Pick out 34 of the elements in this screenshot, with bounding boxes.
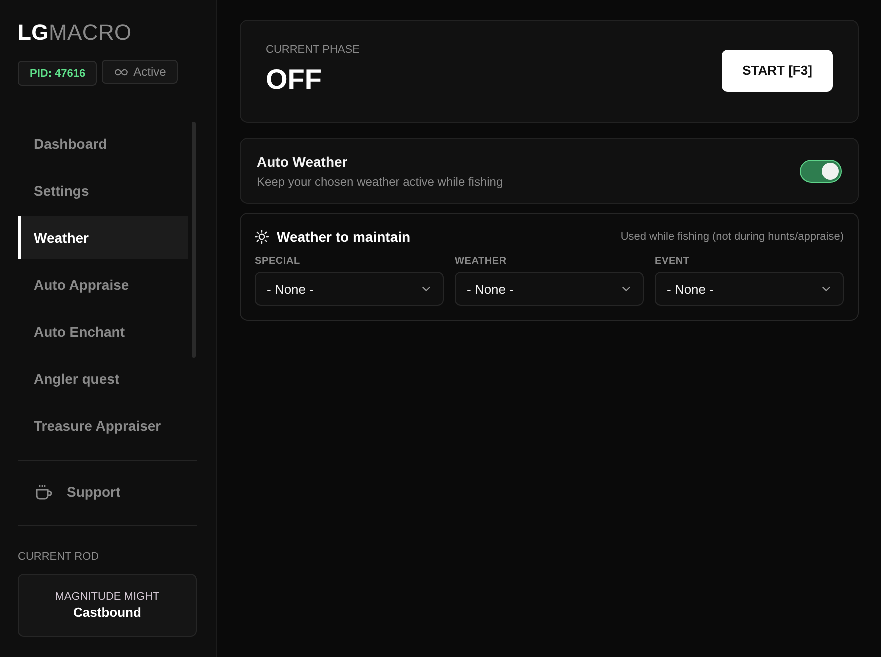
nav-item[interactable]: Weather — [18, 216, 188, 259]
nav-item[interactable]: Angler quest — [18, 357, 188, 400]
chevron-down-icon — [822, 286, 831, 292]
dropdown-field[interactable]: - None - — [455, 272, 644, 306]
start-button[interactable]: START [F3] — [722, 50, 833, 92]
chevron-down-icon — [422, 286, 431, 292]
nav-item[interactable]: Auto Enchant — [18, 310, 188, 353]
sun-icon — [255, 230, 269, 244]
chevron-down-icon — [622, 286, 631, 292]
field-label: SPECIAL — [255, 256, 302, 267]
support-link[interactable]: Support — [18, 467, 131, 517]
phase-label: CURRENT PHASE — [266, 44, 360, 56]
infinity-icon — [114, 68, 128, 76]
section-label: CURRENT ROD — [18, 551, 100, 563]
dropdown-field[interactable]: - None - — [255, 272, 444, 306]
field-label: EVENT — [655, 256, 691, 267]
nav-item[interactable]: Dashboard — [18, 122, 188, 165]
panel-note: Used while fishing (not during hunts/appraise) — [620, 231, 844, 243]
rod-title: Castbound — [74, 605, 142, 620]
panel-title: Weather to maintain — [277, 229, 411, 245]
nav-item[interactable]: Treasure Appraiser — [18, 404, 188, 447]
phase-value: OFF — [266, 64, 323, 96]
dropdown-field[interactable]: - None - — [655, 272, 844, 306]
nav-item[interactable]: Settings — [18, 169, 188, 212]
rod-name: MAGNITUDE MIGHT — [55, 591, 160, 603]
setting-title: Auto Weather — [257, 154, 349, 170]
setting-description: Keep your chosen weather active while fishing — [257, 174, 504, 188]
nav-item[interactable]: Auto Appraise — [18, 263, 188, 306]
app-logo: LGMACRO — [18, 20, 132, 46]
coffee-cup-icon — [35, 483, 53, 501]
toggle-switch[interactable] — [800, 160, 842, 182]
field-label: WEATHER — [455, 256, 508, 267]
pid-badge: PID: 47616 — [18, 61, 97, 86]
status-text: Active — [134, 65, 166, 79]
